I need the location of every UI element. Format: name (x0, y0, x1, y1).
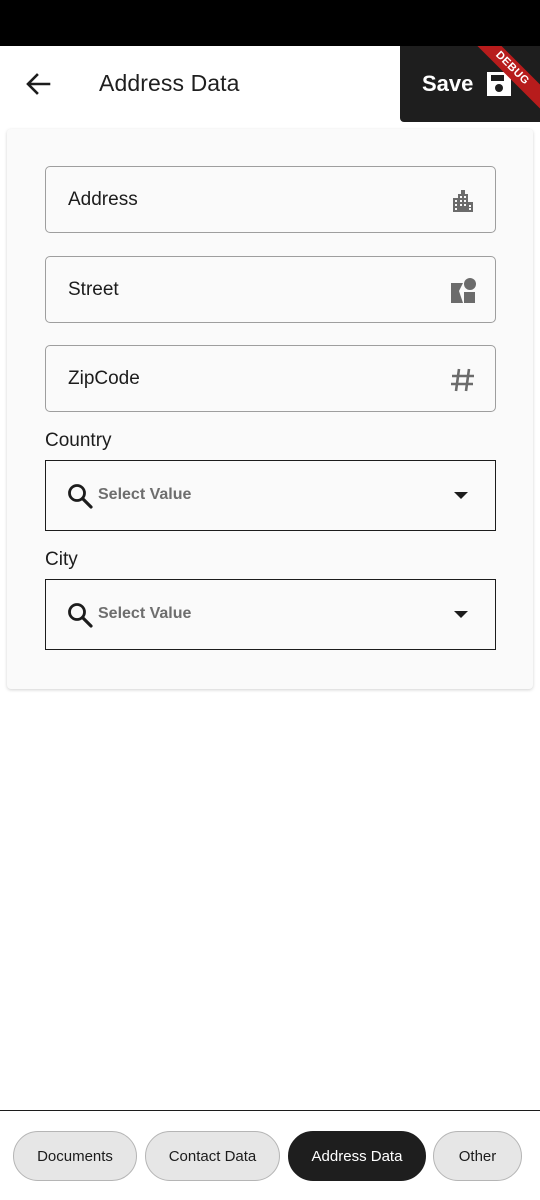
address-field[interactable]: Address (45, 166, 496, 233)
zipcode-field[interactable]: ZipCode (45, 345, 496, 412)
tab-other[interactable]: Other (433, 1131, 522, 1181)
city-icon (449, 187, 477, 215)
save-button-label: Save (422, 71, 474, 96)
search-icon (68, 603, 93, 628)
zipcode-field-label: ZipCode (68, 367, 140, 389)
page-title: Address Data (99, 70, 240, 96)
tab-documents[interactable]: Documents (13, 1131, 137, 1181)
country-label: Country (45, 430, 112, 451)
city-label: City (45, 549, 78, 570)
country-dropdown[interactable]: Select Value (45, 460, 496, 531)
country-dropdown-placeholder: Select Value (98, 486, 192, 503)
back-button[interactable] (18, 66, 58, 102)
address-form-card: Address Street ZipCode Country Select Va… (7, 129, 533, 689)
street-field-label: Street (68, 278, 119, 300)
chevron-down-icon (454, 492, 468, 499)
search-icon (68, 484, 93, 509)
app-bar: Address Data Save DEBUG (0, 46, 540, 124)
save-button[interactable]: Save DEBUG (400, 46, 540, 122)
street-field[interactable]: Street (45, 256, 496, 323)
arrow-back-icon (26, 73, 51, 95)
city-dropdown-placeholder: Select Value (98, 605, 192, 622)
chevron-down-icon (454, 611, 468, 618)
hashtag-icon (449, 366, 477, 394)
city-dropdown[interactable]: Select Value (45, 579, 496, 650)
bottom-tab-bar: Documents Contact Data Address Data Othe… (0, 1111, 540, 1200)
status-bar (0, 0, 540, 46)
tab-contact-data[interactable]: Contact Data (145, 1131, 280, 1181)
category-shapes-icon (449, 277, 477, 305)
tab-address-data[interactable]: Address Data (288, 1131, 426, 1181)
address-field-label: Address (68, 188, 138, 210)
